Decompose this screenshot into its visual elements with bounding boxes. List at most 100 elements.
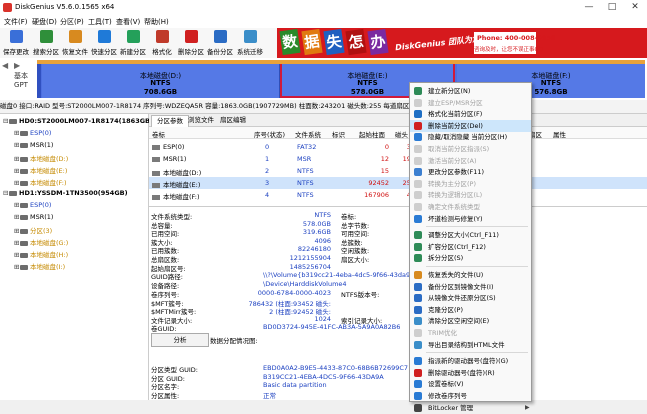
tree-partition-node[interactable]: ⊞ MSR(1) xyxy=(14,141,53,149)
tree-node-label: 本地磁盘(G:) xyxy=(30,239,69,247)
table-row[interactable]: 本地磁盘(F:)4NTFS16790643 xyxy=(149,189,647,201)
close-button[interactable]: ✕ xyxy=(624,1,646,14)
banner-char: 怎 xyxy=(345,28,367,56)
context-menu-item[interactable]: 修改卷序列号 xyxy=(410,390,531,402)
table-row[interactable]: 本地磁盘(E:)3NTFS92452254 xyxy=(149,177,647,189)
extend-icon xyxy=(414,242,422,251)
partition-map[interactable]: 本地磁盘(D:) NTFS 708.6GB 本地磁盘(E:) NTFS 578.… xyxy=(37,60,645,98)
menu-file[interactable]: 文件(F) xyxy=(4,17,28,27)
tab-browse-files[interactable]: 浏览文件 xyxy=(183,115,219,126)
context-menu-item[interactable]: 调整分区大小(Ctrl_F11) xyxy=(410,229,531,241)
table-row[interactable]: ESP(0)0FAT32032 xyxy=(149,141,647,153)
volume-label: MSR(1) xyxy=(163,155,187,163)
backup-partition-button[interactable]: 备份分区 xyxy=(206,29,234,57)
menu-item-label: 激活当前分区(A) xyxy=(428,156,477,165)
tree-partition-node[interactable]: ⊞ 本地磁盘(D:) xyxy=(14,153,68,163)
menu-partition[interactable]: 分区(P) xyxy=(60,17,84,27)
new-partition-icon xyxy=(127,30,140,43)
tree-partition-node[interactable]: ⊞ MSR(1) xyxy=(14,213,53,221)
partition-icon xyxy=(20,214,28,220)
new-partition-icon xyxy=(414,87,422,95)
col-filesystem[interactable]: 文件系统 xyxy=(295,129,321,139)
quick-partition-button[interactable]: 快速分区 xyxy=(90,29,118,57)
tree-disk-node[interactable]: ⊟ HD0:ST2000LM007-1R8174(1863GB) xyxy=(3,117,153,125)
cell-cyl: 92452 xyxy=(368,179,389,187)
partition-segment-d[interactable]: 本地磁盘(D:) NTFS 708.6GB xyxy=(42,60,280,98)
tree-partition-node[interactable]: ⊞ 本地磁盘(I:) xyxy=(14,261,65,271)
save-changes-button[interactable]: 保存更改 xyxy=(2,29,30,57)
system-migration-button[interactable]: 系统迁移 xyxy=(236,29,264,57)
context-menu-item[interactable]: 坏道检测与修复(Y) xyxy=(410,213,531,225)
cell-vol: ESP(0) xyxy=(152,143,184,151)
menu-help[interactable]: 帮助(H) xyxy=(144,17,169,27)
cell-fs: NTFS xyxy=(297,167,314,175)
tree-node-label: MSR(1) xyxy=(30,213,54,221)
banner-char: 据 xyxy=(301,28,323,56)
context-menu-item[interactable]: 指派新的驱动器号(盘符)(G) xyxy=(410,355,531,367)
context-menu-item[interactable]: 删除当前分区(Del) xyxy=(410,119,531,132)
col-id[interactable]: 标识 xyxy=(332,129,345,139)
context-menu-item[interactable]: 隐藏/取消隐藏 当前分区(H) xyxy=(410,131,531,143)
context-menu-item: 转换为逻辑分区(L) xyxy=(410,189,531,201)
menu-item-label: 建立ESP/MSR分区 xyxy=(428,98,483,107)
menu-bar: 文件(F) 硬盘(D) 分区(P) 工具(T) 查看(V) 帮助(H) xyxy=(0,15,647,28)
menu-view[interactable]: 查看(V) xyxy=(116,17,140,27)
menu-item-label: 拆分分区(S) xyxy=(428,254,464,263)
context-menu-item: TRIM优化 xyxy=(410,327,531,339)
tree-partition-node[interactable]: ⊞ ESP(0) xyxy=(14,201,51,209)
table-row[interactable]: 本地磁盘(D:) 2 NTFS 15 xyxy=(149,165,647,177)
tree-partition-node[interactable]: ⊞ 分区(3) xyxy=(14,225,52,235)
partition-icon xyxy=(152,194,160,200)
col-attr[interactable]: 属性 xyxy=(553,129,566,139)
convert-icon xyxy=(414,179,422,188)
col-start-cylinder[interactable]: 起始柱面 xyxy=(359,129,385,139)
tree-partition-node[interactable]: ⊞ 本地磁盘(E:) xyxy=(14,165,67,175)
context-menu-item[interactable]: 从镜像文件还原分区(S) xyxy=(410,292,531,304)
partition-icon xyxy=(20,228,28,234)
recover-files-button[interactable]: 恢复文件 xyxy=(61,29,89,57)
next-disk-arrow[interactable]: ▶ xyxy=(14,61,26,71)
context-menu-item[interactable]: 扩容分区(Ctrl_F12) xyxy=(410,241,531,253)
menu-item-label: 设置卷标(V) xyxy=(428,380,464,389)
context-menu-item[interactable]: 恢复丢失的文件(U) xyxy=(410,269,531,281)
context-menu-item[interactable]: 拆分分区(S) xyxy=(410,252,531,264)
promo-banner[interactable]: 数 据 失 怎 办 DiskGenius 团队为您服务 Phone: 400-0… xyxy=(277,28,647,58)
menu-item-label: 清除分区空闲空间(E) xyxy=(428,317,490,326)
context-menu-item: 确定文件系统类型 xyxy=(410,201,531,213)
minimize-button[interactable]: — xyxy=(578,1,600,14)
delete-partition-button[interactable]: 删除分区 xyxy=(177,29,205,57)
wipe-icon xyxy=(414,317,422,326)
context-menu-item[interactable]: 克隆分区(P) xyxy=(410,304,531,316)
analyze-button[interactable]: 分析 xyxy=(151,333,209,347)
context-menu-item[interactable]: BitLocker 管理 ▶ xyxy=(410,402,531,414)
context-menu-item[interactable]: 格式化当前分区(F) xyxy=(410,108,531,120)
search-partition-button[interactable]: 搜索分区 xyxy=(32,29,60,57)
context-menu-item[interactable]: 备份分区到镜像文件(I) xyxy=(410,281,531,293)
tree-partition-node[interactable]: ⊞ 本地磁盘(F:) xyxy=(14,177,67,187)
col-number[interactable]: 序号(状态) xyxy=(254,129,285,139)
context-menu-item[interactable]: 导出目录结构到HTML文件 xyxy=(410,339,531,351)
tree-partition-node[interactable]: ⊞ ESP(0) xyxy=(14,129,51,137)
menu-disk[interactable]: 硬盘(D) xyxy=(32,17,57,27)
context-menu-item[interactable]: 删除驱动器号(盘符)(R) xyxy=(410,367,531,379)
table-row[interactable]: MSR(1)1MSR12190 xyxy=(149,153,647,165)
esp-segment[interactable] xyxy=(37,60,41,98)
tab-sector-editor[interactable]: 扇区编辑 xyxy=(215,115,251,126)
menu-tools[interactable]: 工具(T) xyxy=(88,17,112,27)
menu-item-label: 取消当前分区指派(S) xyxy=(428,145,490,153)
prev-disk-arrow[interactable]: ◀ xyxy=(2,61,14,71)
context-menu-item[interactable]: 设置卷标(V) xyxy=(410,378,531,390)
context-menu-item[interactable]: 建立新分区(N) xyxy=(410,85,531,97)
partition-icon xyxy=(152,144,160,150)
context-menu-item[interactable]: 更改分区参数(F11) xyxy=(410,166,531,178)
format-button[interactable]: 格式化 xyxy=(148,29,176,57)
col-volume[interactable]: 卷标 xyxy=(152,129,165,139)
tree-partition-node[interactable]: ⊞ 本地磁盘(H:) xyxy=(14,249,68,259)
tree-disk-node[interactable]: ⊟ HD1:YSSDM-1TN3500(954GB) xyxy=(3,189,128,197)
new-partition-button[interactable]: 新建分区 xyxy=(119,29,147,57)
context-menu-item[interactable]: 清除分区空闲空间(E) xyxy=(410,315,531,327)
tree-partition-node[interactable]: ⊞ 本地磁盘(G:) xyxy=(14,237,68,247)
maximize-button[interactable]: □ xyxy=(601,1,623,14)
col-head[interactable]: 磁头 xyxy=(395,129,408,139)
cell-vol: 本地磁盘(D:) xyxy=(152,167,201,177)
